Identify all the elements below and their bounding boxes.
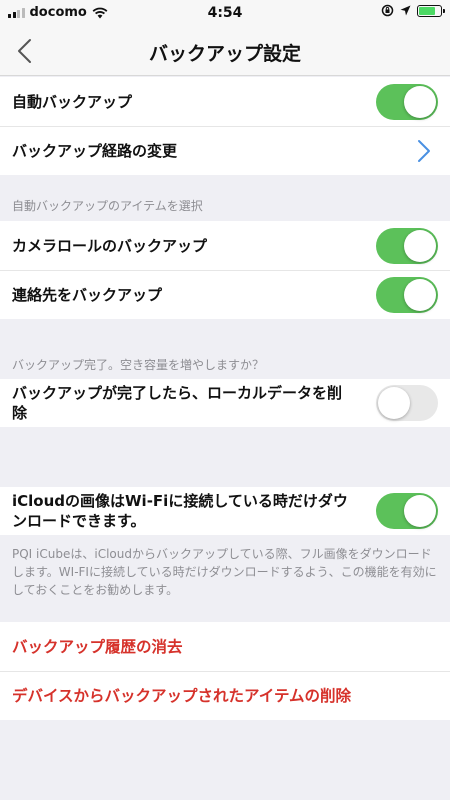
delete-local-row: バックアップが完了したら、ローカルデータを削除 xyxy=(0,379,450,427)
icloud-section: iCloudの画像はWi-Fiに接続している時だけダウンロードできます。 xyxy=(0,487,450,535)
delete-items-row[interactable]: デバイスからバックアップされたアイテムの削除 xyxy=(0,671,450,720)
general-settings-section: 自動バックアップ バックアップ経路の変更 xyxy=(0,77,450,175)
contacts-label: 連絡先をバックアップ xyxy=(12,286,163,304)
page-title: バックアップ設定 xyxy=(148,43,301,65)
camera-roll-label: カメラロールのバックアップ xyxy=(12,236,208,255)
clear-history-button[interactable]: バックアップ履歴の消去 xyxy=(12,637,438,657)
delete-local-label: バックアップが完了したら、ローカルデータを削除 xyxy=(12,384,343,422)
icloud-wifi-toggle[interactable] xyxy=(376,493,438,529)
destructive-actions-section: バックアップ履歴の消去 デバイスからバックアップされたアイテムの削除 xyxy=(0,622,450,720)
contacts-row: 連絡先をバックアップ xyxy=(0,270,450,319)
icloud-wifi-label: iCloudの画像はWi-Fiに接続している時だけダウンロードできます。 xyxy=(12,492,348,530)
contacts-toggle[interactable] xyxy=(376,277,438,313)
orientation-lock-icon xyxy=(381,4,394,17)
auto-backup-items-header: 自動バックアップのアイテムを選択 xyxy=(12,199,203,213)
backup-path-label: バックアップ経路の変更 xyxy=(12,142,178,160)
battery-icon xyxy=(417,4,445,17)
camera-roll-row: カメラロールのバックアップ xyxy=(0,221,450,270)
free-space-section: バックアップが完了したら、ローカルデータを削除 xyxy=(0,379,450,427)
icloud-footer-note: PQI iCubeは、iCloudからバックアップしている際、フル画像をダウンロ… xyxy=(12,547,437,597)
backup-items-section: カメラロールのバックアップ 連絡先をバックアップ xyxy=(0,221,450,319)
free-space-header: バックアップ完了。空き容量を増やしますか？ xyxy=(12,358,265,372)
camera-roll-toggle[interactable] xyxy=(376,227,438,264)
auto-backup-label: 自動バックアップ xyxy=(12,92,133,111)
auto-backup-toggle[interactable] xyxy=(376,83,438,120)
clear-history-row[interactable]: バックアップ履歴の消去 xyxy=(0,622,450,671)
delete-local-toggle[interactable] xyxy=(376,385,438,421)
location-icon xyxy=(400,5,411,16)
backup-path-row[interactable]: バックアップ経路の変更 xyxy=(0,126,450,175)
auto-backup-row: 自動バックアップ xyxy=(0,77,450,126)
status-bar: docomo 4:54 xyxy=(0,0,450,26)
icloud-wifi-row: iCloudの画像はWi-Fiに接続している時だけダウンロードできます。 xyxy=(0,487,450,535)
chevron-right-icon xyxy=(418,140,430,162)
delete-backed-up-items-button[interactable]: デバイスからバックアップされたアイテムの削除 xyxy=(12,686,438,706)
navigation-bar: バックアップ設定 xyxy=(0,26,450,76)
